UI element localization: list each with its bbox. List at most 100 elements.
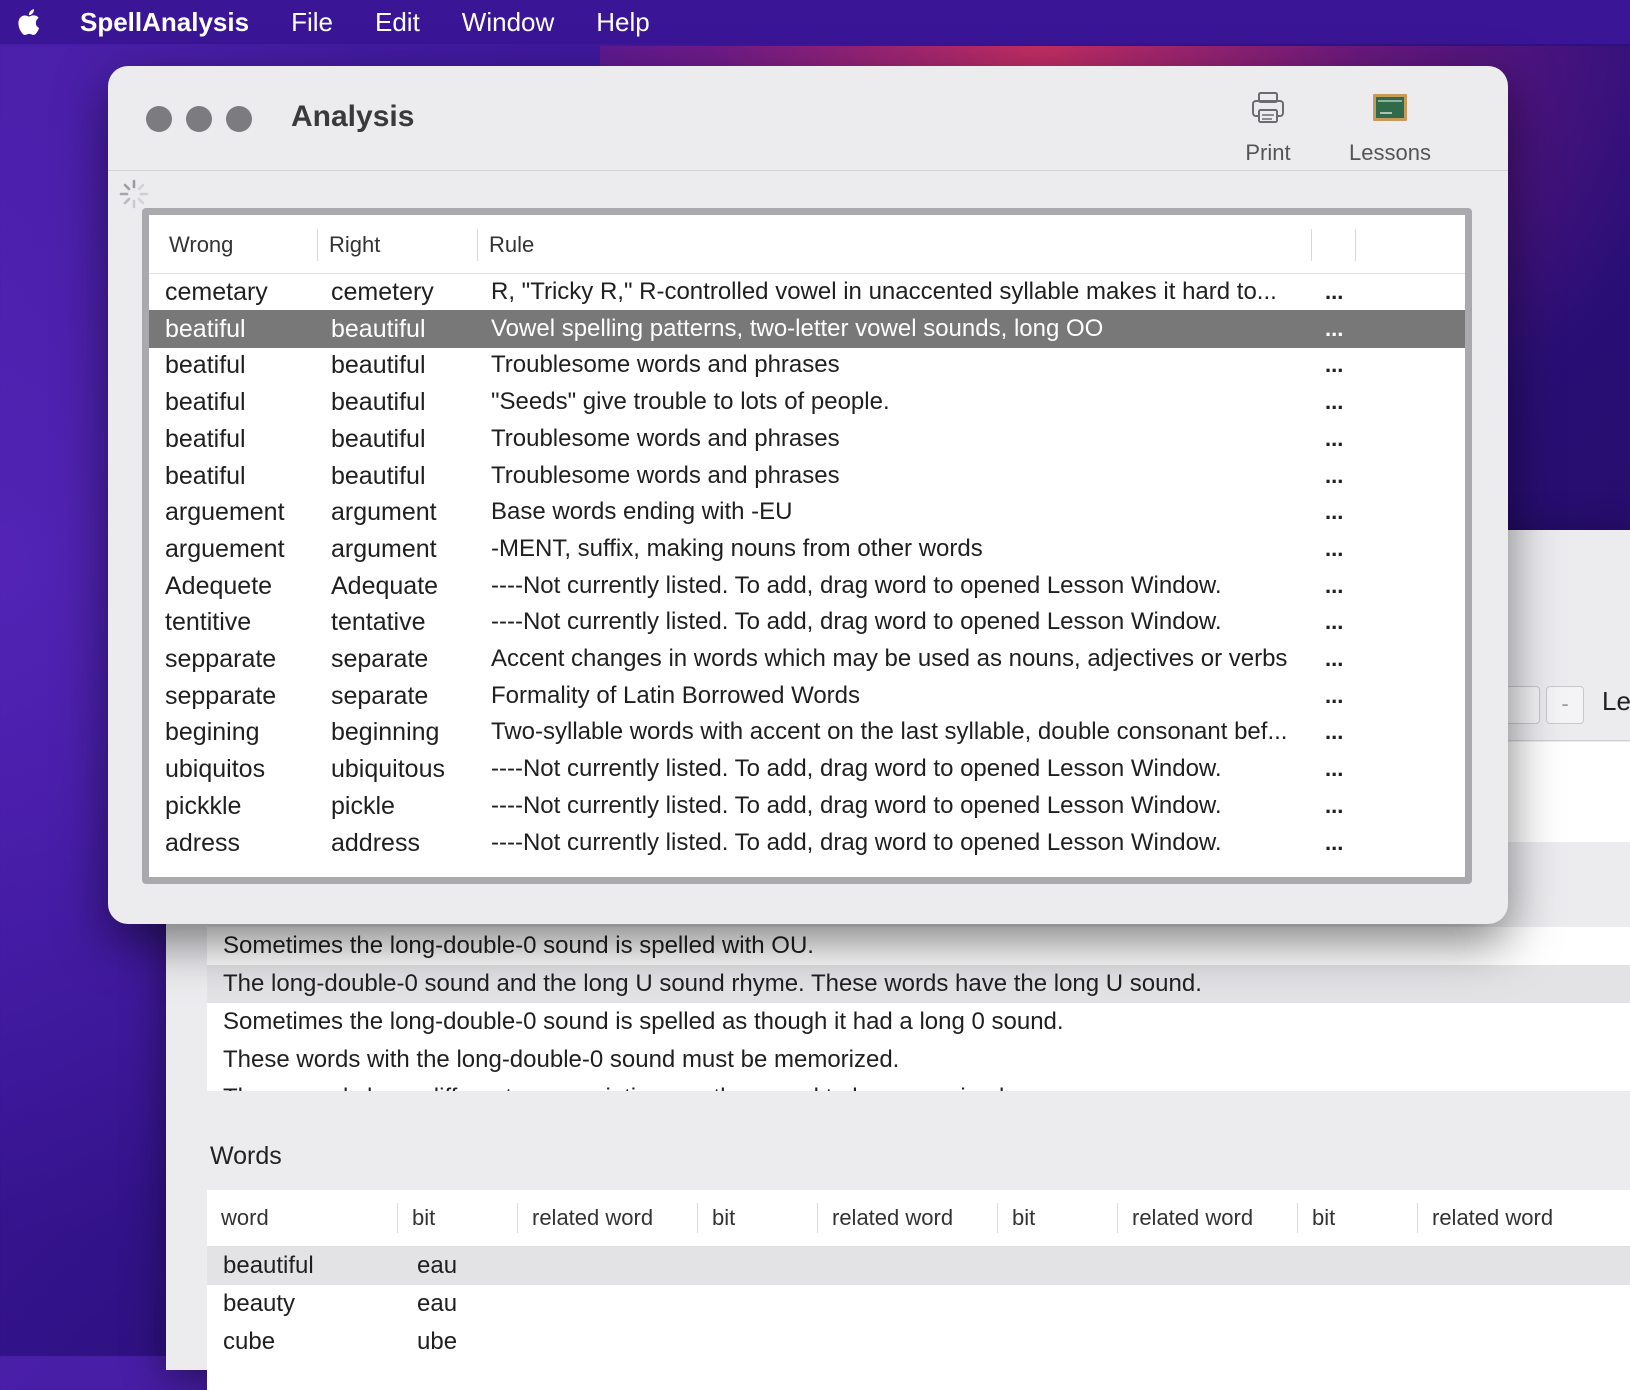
bit-cell: eau bbox=[417, 1252, 458, 1279]
wrong-cell: pickkle bbox=[165, 791, 242, 820]
table-row[interactable]: arguement argument Base words ending with … bbox=[149, 493, 1465, 531]
list-item[interactable]: Sometimes the long-double-0 sound is spe… bbox=[207, 1003, 1630, 1041]
menu-app-name[interactable]: SpellAnalysis bbox=[80, 7, 249, 38]
right-cell: tentative bbox=[331, 608, 426, 637]
list-item[interactable]: Sometimes the long-double-0 sound is spe… bbox=[207, 927, 1630, 965]
rule-cell: Troublesome words and phrases bbox=[491, 351, 840, 379]
more-button[interactable]: ... bbox=[1325, 457, 1365, 495]
more-button[interactable]: ... bbox=[1325, 530, 1365, 568]
word-cell: cube bbox=[223, 1328, 276, 1355]
menu-window[interactable]: Window bbox=[462, 7, 554, 38]
window-title: Analysis bbox=[291, 100, 415, 133]
right-cell: cemetery bbox=[331, 278, 434, 306]
rule-cell: Vowel spelling patterns, two-letter vowe… bbox=[491, 314, 1104, 342]
table-row[interactable]: ubiquitos ubiquitous ----Not currently lis… bbox=[149, 750, 1465, 788]
more-button[interactable]: ... bbox=[1325, 640, 1365, 678]
table-row[interactable]: beatiful beautiful Vowel spelling patterns… bbox=[149, 309, 1465, 348]
more-button[interactable]: ... bbox=[1325, 383, 1365, 421]
menu-help[interactable]: Help bbox=[596, 7, 649, 38]
menu-file[interactable]: File bbox=[291, 7, 333, 38]
table-row[interactable]: sepparate separate Accent changes in words… bbox=[149, 640, 1465, 678]
right-cell: ubiquitous bbox=[331, 755, 445, 784]
rule-cell: ----Not currently listed. To add, drag w… bbox=[491, 571, 1222, 599]
print-label: Print bbox=[1245, 140, 1291, 165]
table-row[interactable]: beautiful eau bbox=[207, 1247, 1630, 1285]
more-button[interactable]: ... bbox=[1325, 346, 1365, 384]
minimize-button[interactable] bbox=[186, 106, 212, 132]
right-cell: argument bbox=[331, 498, 437, 527]
column-header-wrong[interactable]: Wrong bbox=[157, 229, 233, 261]
more-button[interactable]: ... bbox=[1325, 420, 1365, 458]
table-row[interactable]: beatiful beautiful Troublesome words and p… bbox=[149, 346, 1465, 384]
wrong-cell: beatiful bbox=[165, 461, 246, 490]
rule-cell: "Seeds" give trouble to lots of people. bbox=[491, 388, 890, 416]
list-item[interactable]: These words have different pronunciation… bbox=[207, 1079, 1630, 1091]
words-section-label: Words bbox=[210, 1142, 282, 1170]
analysis-window: Analysis Print Lessons Wrong Right Rule … bbox=[108, 66, 1508, 924]
rule-cell: Troublesome words and phrases bbox=[491, 424, 840, 452]
menu-edit[interactable]: Edit bbox=[375, 7, 420, 38]
more-button[interactable]: ... bbox=[1325, 824, 1365, 862]
rule-cell: ----Not currently listed. To add, drag w… bbox=[491, 755, 1222, 783]
more-button[interactable]: ... bbox=[1325, 713, 1365, 751]
table-row[interactable]: Adequete Adequate ----Not currently listed… bbox=[149, 567, 1465, 605]
column-header[interactable]: bit bbox=[997, 1203, 1117, 1233]
wrong-cell: Adequete bbox=[165, 571, 273, 600]
table-row[interactable]: cube ube bbox=[207, 1323, 1630, 1361]
lesson-remove-button[interactable]: - bbox=[1546, 686, 1584, 724]
table-row[interactable]: beatiful beautiful Troublesome words and p… bbox=[149, 457, 1465, 495]
more-button[interactable]: ... bbox=[1325, 567, 1365, 605]
rule-cell: ----Not currently listed. To add, drag w… bbox=[491, 791, 1222, 819]
analysis-table[interactable]: Wrong Right Rule cemetary cemetery R, "Tri… bbox=[149, 215, 1465, 877]
table-row[interactable]: beatiful beautiful Troublesome words and p… bbox=[149, 420, 1465, 458]
more-button[interactable]: ... bbox=[1325, 603, 1365, 641]
column-header[interactable]: related word bbox=[517, 1203, 697, 1233]
rule-cell: ----Not currently listed. To add, drag w… bbox=[491, 608, 1222, 636]
table-row[interactable]: beatiful beautiful "Seeds" give trouble to… bbox=[149, 383, 1465, 421]
more-button[interactable]: ... bbox=[1325, 310, 1365, 348]
table-row[interactable]: beauty eau bbox=[207, 1285, 1630, 1323]
wrong-cell: tentitive bbox=[165, 608, 252, 637]
list-item[interactable]: The long-double-0 sound and the long U s… bbox=[207, 965, 1630, 1003]
right-cell: Adequate bbox=[331, 571, 439, 600]
table-row[interactable]: arguement argument -MENT, suffix, making n… bbox=[149, 530, 1465, 568]
column-header[interactable]: bit bbox=[697, 1203, 817, 1233]
column-header[interactable]: bit bbox=[1297, 1203, 1417, 1233]
bit-cell: ube bbox=[417, 1328, 458, 1355]
wrong-cell: adress bbox=[165, 828, 241, 857]
more-button[interactable]: ... bbox=[1325, 677, 1365, 715]
more-button[interactable]: ... bbox=[1325, 493, 1365, 531]
lessons-label: Lessons bbox=[1349, 140, 1431, 165]
column-header-right[interactable]: Right bbox=[317, 229, 380, 261]
column-header[interactable]: related word bbox=[1117, 1203, 1297, 1233]
column-divider[interactable] bbox=[1355, 229, 1356, 261]
close-button[interactable] bbox=[146, 106, 172, 132]
table-row[interactable]: pickkle pickle ----Not currently listed. T… bbox=[149, 787, 1465, 825]
column-header[interactable]: word bbox=[207, 1203, 397, 1233]
table-row[interactable]: tentitive tentative ----Not currently list… bbox=[149, 603, 1465, 641]
table-row[interactable]: adress address ----Not currently listed. T… bbox=[149, 824, 1465, 862]
wrong-cell: cemetary bbox=[165, 278, 268, 306]
wrong-cell: beatiful bbox=[165, 388, 246, 417]
right-cell: separate bbox=[331, 645, 429, 673]
table-row[interactable]: cemetary cemetery R, "Tricky R," R-control… bbox=[149, 273, 1465, 311]
table-header: Wrong Right Rule bbox=[149, 215, 1465, 274]
table-row[interactable]: begining beginning Two-syllable words with… bbox=[149, 713, 1465, 751]
more-button[interactable]: ... bbox=[1325, 273, 1365, 311]
rule-cell: R, "Tricky R," R-controlled vowel in una… bbox=[491, 278, 1277, 305]
column-header-rule[interactable]: Rule bbox=[477, 229, 534, 261]
lesson-rules-list[interactable]: Sometimes the long-double-0 sound is spe… bbox=[207, 927, 1630, 1091]
more-button[interactable]: ... bbox=[1325, 787, 1365, 825]
column-divider[interactable] bbox=[1311, 229, 1312, 261]
print-button[interactable]: Print bbox=[1228, 88, 1308, 166]
table-row[interactable]: sepparate separate Formality of Latin Borr… bbox=[149, 677, 1465, 715]
column-header[interactable]: related word bbox=[1417, 1203, 1617, 1233]
column-header[interactable]: related word bbox=[817, 1203, 997, 1233]
more-button[interactable]: ... bbox=[1325, 750, 1365, 788]
apple-icon[interactable] bbox=[14, 6, 46, 38]
column-header[interactable]: bit bbox=[397, 1203, 517, 1233]
list-item[interactable]: These words with the long-double-0 sound… bbox=[207, 1041, 1630, 1079]
zoom-button[interactable] bbox=[226, 106, 252, 132]
right-cell: address bbox=[331, 828, 420, 857]
lessons-button[interactable]: Lessons bbox=[1330, 88, 1450, 166]
